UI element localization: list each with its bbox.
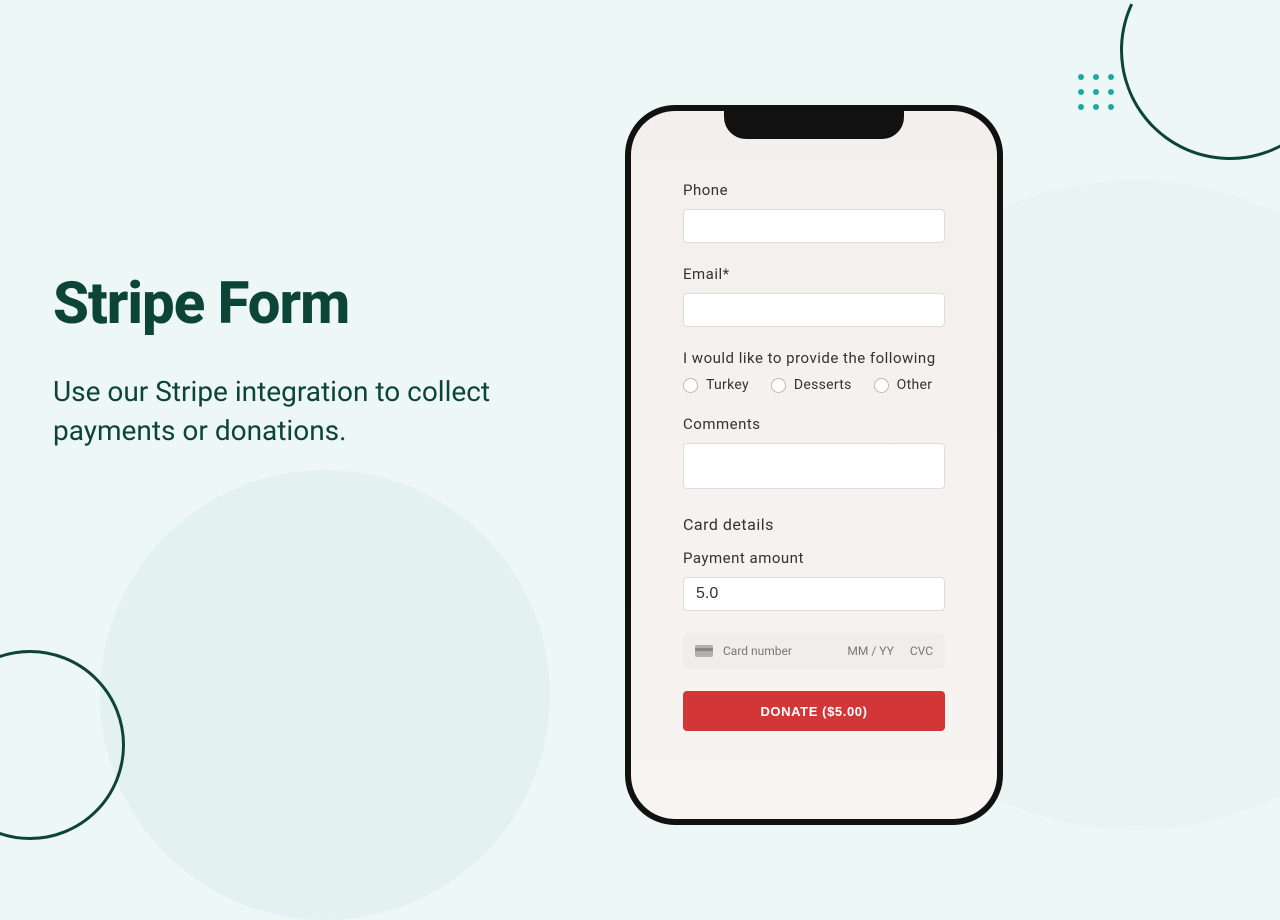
amount-label: Payment amount xyxy=(683,549,945,567)
radio-option-other[interactable]: Other xyxy=(874,377,933,393)
radio-option-desserts[interactable]: Desserts xyxy=(771,377,852,393)
phone-notch xyxy=(724,109,904,139)
provide-radio-group: Turkey Desserts Other xyxy=(683,377,945,393)
email-label: Email* xyxy=(683,265,945,283)
amount-input[interactable] xyxy=(683,577,945,611)
radio-circle-icon xyxy=(771,378,786,393)
donation-form: Phone Email* I would like to provide the… xyxy=(653,171,975,761)
credit-card-icon xyxy=(695,645,713,657)
decorative-arc-top-right xyxy=(1089,0,1280,191)
provide-label: I would like to provide the following xyxy=(683,349,945,367)
radio-label: Turkey xyxy=(706,377,749,393)
email-input[interactable] xyxy=(683,293,945,327)
phone-label: Phone xyxy=(683,181,945,199)
radio-label: Desserts xyxy=(794,377,852,393)
radio-label: Other xyxy=(897,377,933,393)
card-details-label: Card details xyxy=(683,515,945,534)
card-number-placeholder: Card number xyxy=(723,644,837,658)
radio-circle-icon xyxy=(874,378,889,393)
comments-input[interactable] xyxy=(683,443,945,489)
card-input-row[interactable]: Card number MM / YY CVC xyxy=(683,633,945,669)
donate-button[interactable]: DONATE ($5.00) xyxy=(683,691,945,731)
decorative-dot-grid-icon xyxy=(1078,74,1114,110)
page-subtitle: Use our Stripe integration to collect pa… xyxy=(53,372,583,450)
phone-mockup-frame: Phone Email* I would like to provide the… xyxy=(625,105,1003,825)
decorative-blob-bottom xyxy=(100,470,550,920)
phone-input[interactable] xyxy=(683,209,945,243)
radio-option-turkey[interactable]: Turkey xyxy=(683,377,749,393)
card-expiry-placeholder: MM / YY xyxy=(847,644,893,658)
card-cvc-placeholder: CVC xyxy=(910,644,933,658)
page-title: Stripe Form xyxy=(53,270,349,338)
comments-label: Comments xyxy=(683,415,945,433)
radio-circle-icon xyxy=(683,378,698,393)
